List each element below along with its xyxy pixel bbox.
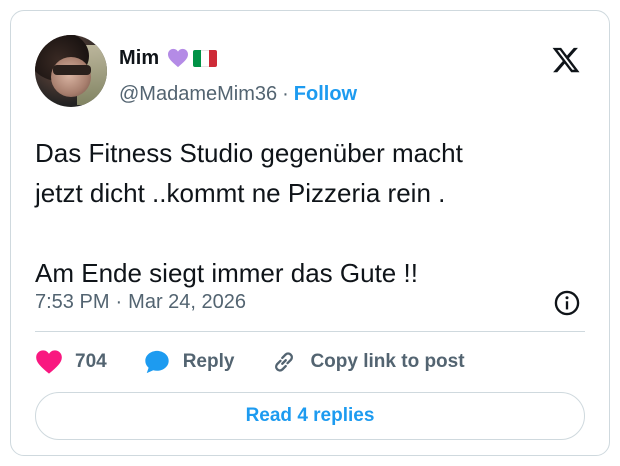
- like-count: 704: [75, 351, 107, 372]
- read-replies-button[interactable]: Read 4 replies: [35, 392, 585, 440]
- reply-label: Reply: [182, 351, 235, 372]
- tweet-text: Das Fitness Studio gegenüber macht jetzt…: [35, 133, 595, 293]
- tweet-timestamp[interactable]: 7:53 PM · Mar 24, 2026: [35, 289, 246, 315]
- reply-button[interactable]: Reply: [143, 348, 235, 376]
- tweet-time: 7:53 PM: [35, 290, 110, 313]
- tweet-line: Das Fitness Studio gegenüber macht: [35, 138, 463, 168]
- copy-link-button[interactable]: Copy link to post: [270, 348, 465, 376]
- author-name-row: Mim: [119, 45, 218, 71]
- author-handle[interactable]: @MadameMim36: [119, 83, 277, 106]
- purple-heart-icon: [168, 48, 189, 68]
- italy-flag-icon: [193, 49, 218, 67]
- tweet-card: Mim @MadameMim36 · Follow Das Fitness St…: [10, 10, 610, 456]
- link-icon: [275, 352, 294, 372]
- separator: ·: [115, 290, 123, 313]
- avatar[interactable]: [35, 35, 107, 107]
- tweet-date: Mar 24, 2026: [128, 290, 247, 313]
- action-bar: 704 Reply Copy link to post: [35, 346, 501, 378]
- display-name[interactable]: Mim: [119, 47, 159, 70]
- info-icon[interactable]: [553, 289, 581, 317]
- tweet-line: jetzt dicht ..kommt ne Pizzeria rein .: [35, 178, 446, 208]
- reply-bubble-icon: [145, 350, 169, 374]
- x-logo-icon[interactable]: [551, 45, 581, 75]
- separator: ·: [282, 82, 289, 105]
- tweet-line: Am Ende siegt immer das Gute !!: [35, 258, 418, 288]
- copy-link-label: Copy link to post: [310, 351, 465, 372]
- heart-icon: [36, 350, 62, 374]
- follow-button[interactable]: Follow: [294, 83, 357, 106]
- author-handle-row: @MadameMim36 · Follow: [119, 82, 357, 106]
- like-button[interactable]: 704: [35, 349, 107, 375]
- divider: [35, 331, 585, 332]
